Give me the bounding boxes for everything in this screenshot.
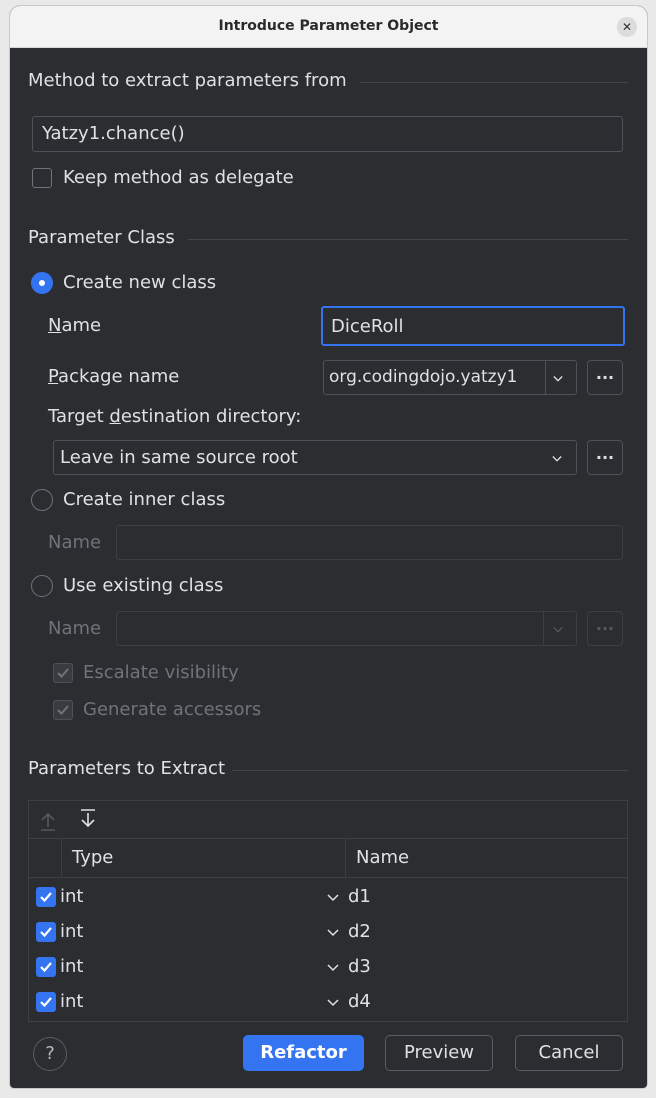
generate-accessors-checkbox[interactable] (53, 700, 73, 720)
column-separator (61, 839, 62, 877)
row-name[interactable]: d4 (348, 991, 371, 1012)
name-label: Name (48, 315, 102, 336)
create-inner-class-label: Create inner class (63, 489, 226, 510)
chevron-down-icon[interactable] (327, 999, 339, 1007)
keep-delegate-label: Keep method as delegate (63, 167, 294, 188)
generate-accessors-label: Generate accessors (83, 699, 262, 720)
row-checkbox[interactable] (36, 922, 56, 942)
help-icon: ? (45, 1043, 55, 1064)
create-inner-class-radio[interactable] (31, 489, 53, 511)
target-directory-label: Target destination directory: (48, 406, 302, 427)
table-row[interactable]: int d2 (29, 916, 627, 951)
row-checkbox[interactable] (36, 887, 56, 907)
parameters-table: Type Name int d1 int d2 int d3 int d4 (28, 800, 628, 1022)
method-field-value: Yatzy1.chance() (42, 123, 185, 144)
help-button[interactable]: ? (33, 1037, 67, 1071)
row-checkbox[interactable] (36, 992, 56, 1012)
target-directory-browse-button[interactable]: ... (587, 440, 623, 475)
row-name[interactable]: d1 (348, 886, 371, 907)
table-row[interactable]: int d3 (29, 951, 627, 986)
dialog-title: Introduce Parameter Object (218, 18, 439, 34)
package-name-combo[interactable]: org.codingdojo.yatzy1 (323, 360, 577, 395)
target-directory-combo[interactable]: Leave in same source root (53, 440, 577, 475)
parameter-class-header: Parameter Class (28, 227, 175, 248)
checkmark-icon (57, 668, 69, 678)
escalate-visibility-label: Escalate visibility (83, 662, 239, 683)
use-existing-class-label: Use existing class (63, 575, 224, 596)
checkmark-icon (40, 892, 52, 903)
package-name-label: Package name (48, 366, 180, 387)
preview-button[interactable]: Preview (385, 1035, 493, 1071)
title-bar: Introduce Parameter Object ✕ (10, 6, 647, 48)
table-row[interactable]: int d1 (29, 881, 627, 916)
refactor-button[interactable]: Refactor (243, 1035, 364, 1071)
target-directory-value: Leave in same source root (60, 447, 298, 468)
existing-name-label: Name (48, 618, 102, 639)
row-name[interactable]: d2 (348, 921, 371, 942)
row-name[interactable]: d3 (348, 956, 371, 977)
close-icon: ✕ (621, 20, 633, 34)
method-field[interactable]: Yatzy1.chance() (32, 116, 623, 152)
checkmark-icon (40, 997, 52, 1008)
row-type[interactable]: int (60, 956, 83, 977)
dialog-window: Introduce Parameter Object ✕ Method to e… (10, 6, 647, 1088)
chevron-down-icon[interactable] (327, 894, 339, 902)
class-name-input[interactable]: DiceRoll (321, 306, 625, 346)
row-type[interactable]: int (60, 991, 83, 1012)
table-header: Type Name (29, 839, 627, 878)
chevron-down-icon[interactable] (327, 929, 339, 937)
existing-class-combo[interactable] (116, 611, 577, 646)
keep-delegate-checkbox[interactable] (32, 168, 52, 188)
create-new-class-radio[interactable] (31, 272, 53, 294)
package-browse-button[interactable]: ... (587, 360, 623, 395)
close-button[interactable]: ✕ (617, 17, 637, 37)
table-row[interactable]: int d4 (29, 986, 627, 1021)
method-section-header: Method to extract parameters from (28, 70, 347, 91)
table-toolbar (29, 801, 627, 839)
row-type[interactable]: int (60, 886, 83, 907)
section-divider (360, 82, 628, 83)
inner-name-label: Name (48, 532, 102, 553)
move-down-icon[interactable] (79, 809, 97, 829)
section-divider (232, 770, 628, 771)
row-checkbox[interactable] (36, 957, 56, 977)
create-new-class-label: Create new class (63, 272, 217, 293)
existing-class-browse-button[interactable]: ... (587, 611, 623, 646)
parameters-header: Parameters to Extract (28, 758, 226, 779)
combo-divider (543, 612, 544, 645)
column-header-type[interactable]: Type (72, 847, 113, 868)
chevron-down-icon (553, 627, 563, 633)
checkmark-icon (40, 962, 52, 973)
checkmark-icon (40, 927, 52, 938)
row-type[interactable]: int (60, 921, 83, 942)
package-name-value: org.codingdojo.yatzy1 (329, 367, 518, 387)
section-divider (188, 239, 628, 240)
chevron-down-icon (552, 456, 562, 462)
inner-class-name-input[interactable] (116, 525, 623, 560)
chevron-down-icon (553, 376, 563, 382)
combo-divider (545, 361, 546, 394)
class-name-value: DiceRoll (331, 316, 404, 337)
column-header-name[interactable]: Name (356, 847, 409, 868)
escalate-visibility-checkbox[interactable] (53, 663, 73, 683)
column-separator (345, 839, 346, 877)
use-existing-class-radio[interactable] (31, 575, 53, 597)
chevron-down-icon[interactable] (327, 964, 339, 972)
move-up-icon[interactable] (39, 811, 57, 831)
checkmark-icon (57, 705, 69, 715)
cancel-button[interactable]: Cancel (515, 1035, 623, 1071)
